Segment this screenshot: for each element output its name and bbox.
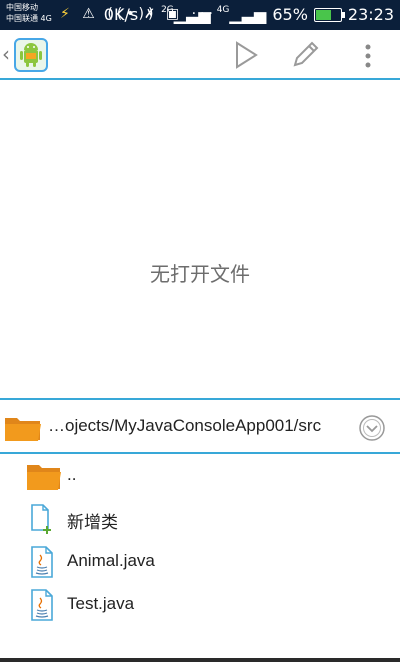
signal-2g-icon: 2G▁▃▅ (161, 5, 211, 24)
no-file-message: 无打开文件 (150, 262, 250, 286)
list-item-label: Test.java (67, 594, 135, 613)
net-2g-label: 2G (161, 5, 174, 15)
list-item-label: 新增类 (67, 513, 118, 532)
carrier-info: 中国移动 中国联通 4G (6, 2, 52, 24)
editor-area: 无打开文件 (0, 136, 400, 398)
signal-4g-icon: 4G▁▃▅ (216, 5, 267, 24)
list-item-label: .. (67, 465, 77, 484)
folder-icon (5, 418, 41, 441)
status-right: 0K/s ✗ 2G▁▃▅ 4G▁▃▅ 65% 23:23 (104, 5, 394, 24)
lightning-icon: ⚡ (60, 6, 74, 22)
battery-icon (313, 7, 345, 22)
overflow-menu-icon[interactable] (362, 44, 374, 68)
list-item-label: Animal.java (67, 551, 155, 570)
bottom-edge (0, 658, 400, 662)
edit-icon[interactable] (288, 38, 322, 72)
folder-icon (27, 465, 61, 490)
back-chevron-icon[interactable]: ‹ (2, 42, 10, 66)
path-bar[interactable]: …ojects/MyJavaConsoleApp001/src (0, 398, 400, 454)
battery-percent: 65% (272, 5, 308, 24)
net-4g-label: 4G (216, 5, 230, 15)
chevron-down-icon[interactable] (358, 414, 386, 442)
file-list: .. 新增类 Animal.java Test.java (0, 454, 400, 658)
carrier-2: 中国联通 4G (6, 14, 52, 23)
list-item-parent[interactable]: .. (0, 454, 400, 497)
warning-icon: ⚠ (82, 6, 99, 22)
clock: 23:23 (347, 5, 394, 24)
battery-fill (315, 9, 332, 20)
java-file-icon (31, 546, 53, 578)
new-class-icon (31, 504, 51, 534)
app-android-icon[interactable] (14, 38, 48, 72)
toolbar: ‹ (0, 30, 400, 80)
status-bar: 中国移动 中国联通 4G ⚡ ⚠ ((•)) ▣ ··· 0K/s ✗ 2G▁▃… (0, 0, 400, 30)
run-icon[interactable] (230, 40, 260, 70)
carrier-1: 中国移动 (6, 3, 38, 12)
list-item-animal-java[interactable]: Animal.java (0, 540, 400, 583)
list-item-new-class[interactable]: 新增类 (0, 497, 400, 540)
current-path: …ojects/MyJavaConsoleApp001/src (48, 416, 322, 435)
no-wifi-icon: ✗ (144, 7, 156, 22)
net-speed: 0K/s (103, 5, 139, 24)
java-file-icon (31, 589, 53, 621)
list-item-test-java[interactable]: Test.java (0, 583, 400, 626)
tab-strip (0, 80, 400, 137)
